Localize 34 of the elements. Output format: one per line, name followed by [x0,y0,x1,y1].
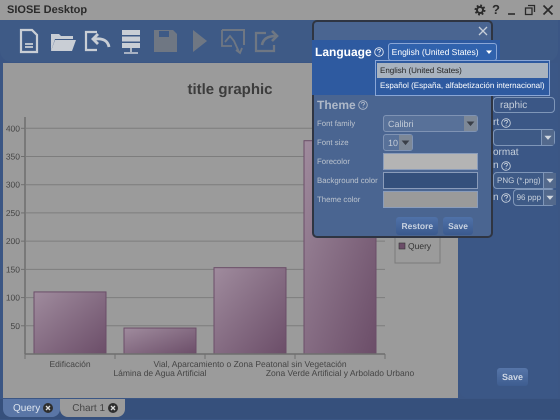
language-dropdown[interactable]: English (United States) [388,43,497,61]
axis-tick-label: 50 [10,320,20,331]
axis-tick-label: 250 [6,208,20,218]
field-label: ormat [493,147,519,158]
category-label: Vial, Aparcamiento o Zona Peatonal sin Vegetación [153,359,347,369]
category-label: Zona Verde Artificial y Arbolado Urbano [266,368,414,378]
axis-tick-label: 400 [6,123,20,134]
field-label: n [493,160,499,171]
axis-tick-label: 200 [6,236,20,246]
window-title: SIOSE Desktop [7,4,88,16]
dropdown[interactable]: 96 ppp [512,189,555,206]
axis-tick-label: 150 [6,264,20,274]
save-button[interactable]: Save [497,368,528,386]
save-button[interactable]: Save [443,217,473,235]
axis-tick-label: 350 [6,152,20,162]
dropdown[interactable]: 10 [383,134,413,151]
section-title: Theme [317,98,356,112]
dropdown-option[interactable]: Español (España, alfabetización internacional) [377,78,548,93]
dropdown[interactable]: Calibri [383,115,478,132]
category-label: Lámina de Agua Artificial [113,368,207,378]
category-label: Edificación [49,359,91,369]
dropdown[interactable]: PNG (*.png) [493,172,555,189]
dropdown-option[interactable]: English (United States) [377,63,548,78]
chart-title: title graphic [188,81,272,98]
restore-button[interactable]: Restore [396,217,438,235]
tab[interactable]: Chart 1 [60,399,126,417]
tab[interactable]: Query [3,399,60,417]
legend-label: Query [408,241,432,251]
help-button[interactable]: ? [492,3,500,17]
axis-tick-label: 100 [6,292,20,303]
language-label: Language [315,45,372,59]
field-label: rt [493,117,500,128]
field-label: n [493,192,499,203]
axis-tick-label: 300 [6,180,20,190]
